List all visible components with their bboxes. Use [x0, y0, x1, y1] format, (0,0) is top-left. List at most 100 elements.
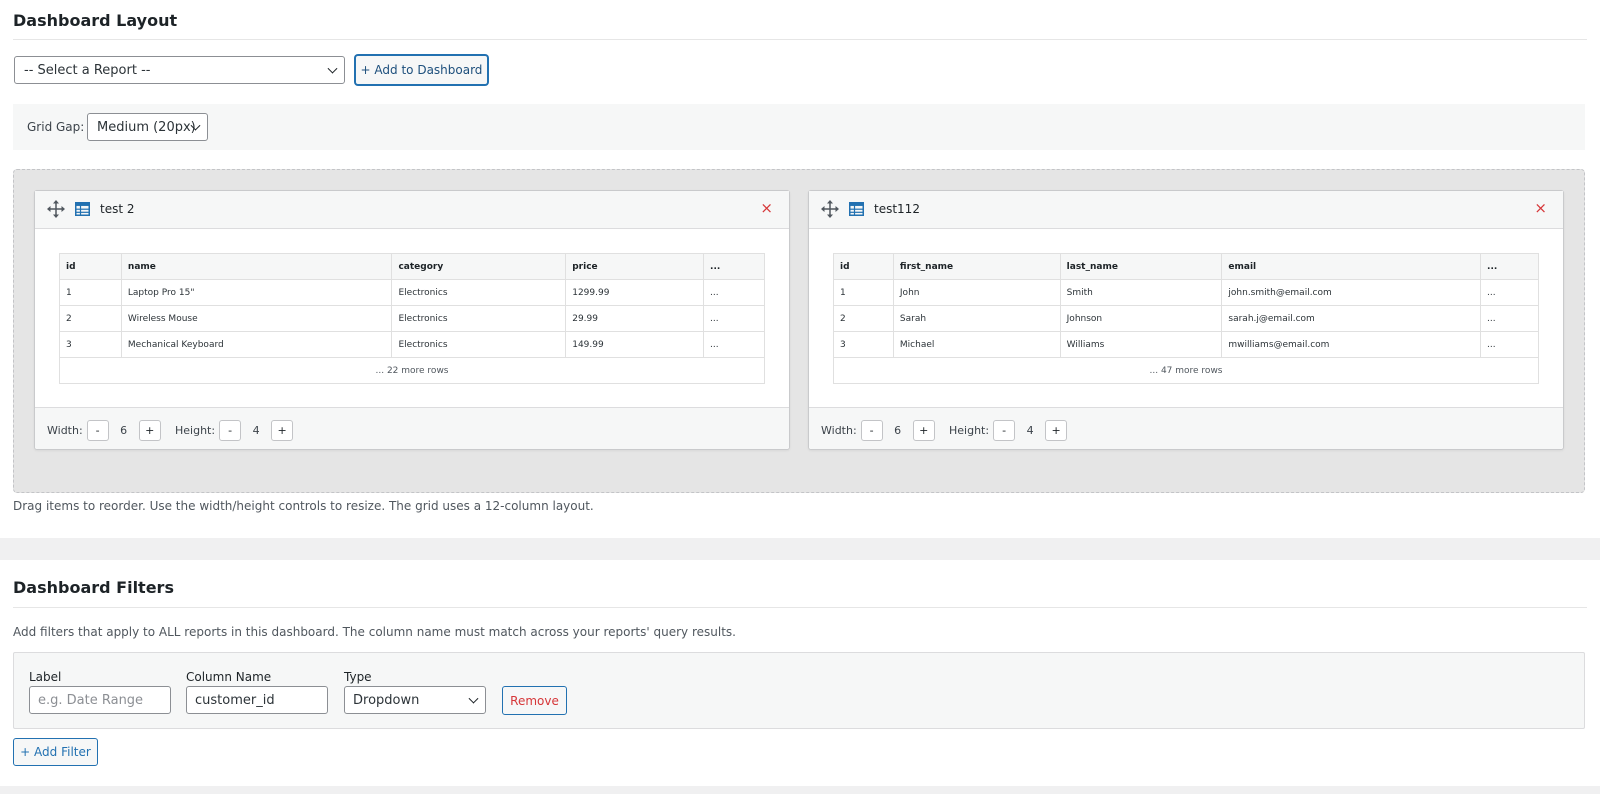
- dashboard-grid: test 2 × id name category price ... 1 La…: [13, 169, 1585, 493]
- height-control: Height: - 4 +: [175, 420, 297, 441]
- grid-gap-bar: Grid Gap: Medium (20px): [13, 104, 1585, 150]
- table-cell: Sarah: [892, 305, 1061, 332]
- more-rows-row: ... 22 more rows: [59, 357, 765, 384]
- type-select-value: Dropdown: [353, 692, 420, 708]
- table-cell: 2: [833, 305, 894, 332]
- table-cell: Laptop Pro 15": [120, 279, 393, 306]
- label-input[interactable]: e.g. Date Range: [29, 686, 171, 714]
- chevron-down-icon: [468, 693, 479, 704]
- table-cell: Electronics: [391, 331, 567, 358]
- table-cell: john.smith@email.com: [1221, 279, 1482, 306]
- label-heading: Label: [29, 670, 62, 684]
- width-control: Width: - 6 +: [821, 420, 939, 441]
- table-row: 1 John Smith john.smith@email.com ...: [833, 279, 1539, 306]
- more-rows-note: ... 47 more rows: [833, 357, 1539, 384]
- table-cell: 2: [59, 305, 122, 332]
- grid-gap-select[interactable]: Medium (20px): [87, 113, 208, 141]
- table-cell: Johnson: [1059, 305, 1223, 332]
- height-control: Height: - 4 +: [949, 420, 1071, 441]
- column-header: email: [1221, 253, 1482, 280]
- table-row: 1 Laptop Pro 15" Electronics 1299.99 ...: [59, 279, 765, 306]
- table-cell: Electronics: [391, 279, 567, 306]
- table-header-row: id name category price ...: [59, 253, 765, 280]
- width-control: Width: - 6 +: [47, 420, 165, 441]
- height-decrease-button[interactable]: -: [219, 420, 242, 441]
- column-header: last_name: [1059, 253, 1223, 280]
- table-cell: 149.99: [565, 331, 705, 358]
- table-row: 3 Michael Williams mwilliams@email.com .…: [833, 331, 1539, 358]
- remove-filter-button[interactable]: Remove: [502, 686, 567, 715]
- table-cell: ...: [703, 331, 765, 358]
- table-cell: Electronics: [391, 305, 567, 332]
- more-rows-note: ... 22 more rows: [59, 357, 765, 384]
- table-cell: ...: [703, 279, 765, 306]
- width-increase-button[interactable]: +: [912, 420, 935, 441]
- table-cell: John: [892, 279, 1061, 306]
- report-select[interactable]: -- Select a Report --: [14, 56, 345, 84]
- height-value: 4: [1026, 424, 1034, 437]
- table-cell: 29.99: [565, 305, 705, 332]
- table-row: 3 Mechanical Keyboard Electronics 149.99…: [59, 331, 765, 358]
- table-cell: mwilliams@email.com: [1221, 331, 1482, 358]
- close-icon[interactable]: ×: [760, 201, 773, 216]
- height-decrease-button[interactable]: -: [993, 420, 1016, 441]
- layout-help-text: Drag items to reorder. Use the width/hei…: [13, 499, 594, 513]
- type-select[interactable]: Dropdown: [344, 686, 486, 714]
- width-value: 6: [120, 424, 128, 437]
- table-icon: [75, 202, 90, 216]
- column-header: id: [59, 253, 122, 280]
- table-cell: Smith: [1059, 279, 1223, 306]
- table-cell: Mechanical Keyboard: [120, 331, 393, 358]
- width-decrease-button[interactable]: -: [86, 420, 109, 441]
- column-header: ...: [703, 253, 765, 280]
- filters-description: Add filters that apply to ALL reports in…: [13, 625, 736, 639]
- table-cell: ...: [703, 305, 765, 332]
- dashboard-card[interactable]: test112 × id first_name last_name email …: [808, 190, 1564, 450]
- card-title: test 2: [100, 202, 135, 216]
- table-cell: ...: [1480, 305, 1539, 332]
- table-cell: ...: [1480, 279, 1539, 306]
- card-footer: Width: - 6 + Height: - 4 +: [35, 407, 789, 449]
- table-cell: sarah.j@email.com: [1221, 305, 1482, 332]
- column-header: category: [391, 253, 567, 280]
- width-value: 6: [894, 424, 902, 437]
- column-header: price: [565, 253, 705, 280]
- column-header: id: [833, 253, 894, 280]
- height-value: 4: [252, 424, 260, 437]
- grid-gap-label: Grid Gap:: [27, 120, 85, 134]
- card-title: test112: [874, 202, 920, 216]
- grid-gap-value: Medium (20px): [97, 119, 196, 135]
- add-filter-button[interactable]: + Add Filter: [13, 738, 98, 766]
- move-icon[interactable]: [821, 200, 839, 218]
- width-label: Width:: [821, 424, 857, 437]
- card-header: test 2 ×: [35, 191, 789, 229]
- close-icon[interactable]: ×: [1534, 201, 1547, 216]
- add-to-dashboard-button[interactable]: + Add to Dashboard: [355, 55, 488, 85]
- type-heading: Type: [344, 670, 372, 684]
- report-select-value: -- Select a Report --: [24, 62, 151, 78]
- table-header-row: id first_name last_name email ...: [833, 253, 1539, 280]
- card-footer: Width: - 6 + Height: - 4 +: [809, 407, 1563, 449]
- table-cell: 3: [833, 331, 894, 358]
- height-increase-button[interactable]: +: [1045, 420, 1068, 441]
- table-cell: Wireless Mouse: [120, 305, 393, 332]
- filter-row: Label e.g. Date Range Column Name custom…: [13, 652, 1585, 729]
- table-cell: 1: [833, 279, 894, 306]
- move-icon[interactable]: [47, 200, 65, 218]
- table-cell: 1: [59, 279, 122, 306]
- height-label: Height:: [175, 424, 216, 437]
- width-increase-button[interactable]: +: [138, 420, 161, 441]
- column-name-heading: Column Name: [186, 670, 272, 684]
- column-name-input[interactable]: customer_id: [186, 686, 328, 714]
- table-cell: Williams: [1059, 331, 1223, 358]
- table-row: 2 Wireless Mouse Electronics 29.99 ...: [59, 305, 765, 332]
- title-divider: [13, 39, 1587, 40]
- height-label: Height:: [949, 424, 990, 437]
- height-increase-button[interactable]: +: [271, 420, 294, 441]
- chevron-down-icon: [327, 63, 338, 74]
- dashboard-card[interactable]: test 2 × id name category price ... 1 La…: [34, 190, 790, 450]
- table-icon: [849, 202, 864, 216]
- dashboard-layout-title: Dashboard Layout: [13, 11, 178, 30]
- width-decrease-button[interactable]: -: [860, 420, 883, 441]
- width-label: Width:: [47, 424, 83, 437]
